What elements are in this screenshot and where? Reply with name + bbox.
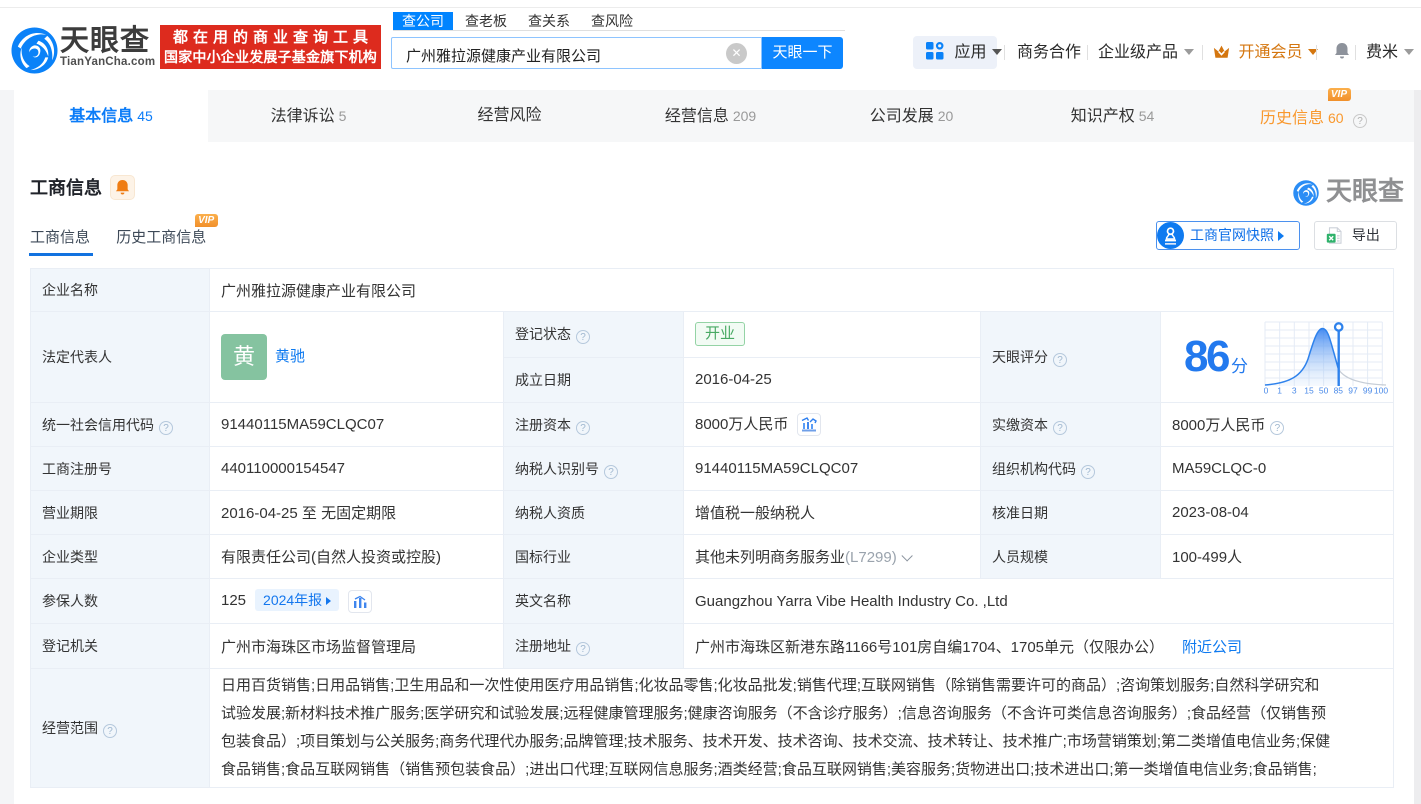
- svg-text:99: 99: [1363, 386, 1373, 396]
- svg-text:0: 0: [1264, 386, 1269, 396]
- svg-text:85: 85: [1334, 386, 1344, 396]
- svg-text:1: 1: [1277, 386, 1282, 396]
- svg-text:100: 100: [1374, 386, 1388, 396]
- svg-text:97: 97: [1348, 386, 1358, 396]
- svg-text:3: 3: [1292, 386, 1297, 396]
- svg-text:50: 50: [1319, 386, 1329, 396]
- svg-text:15: 15: [1304, 386, 1314, 396]
